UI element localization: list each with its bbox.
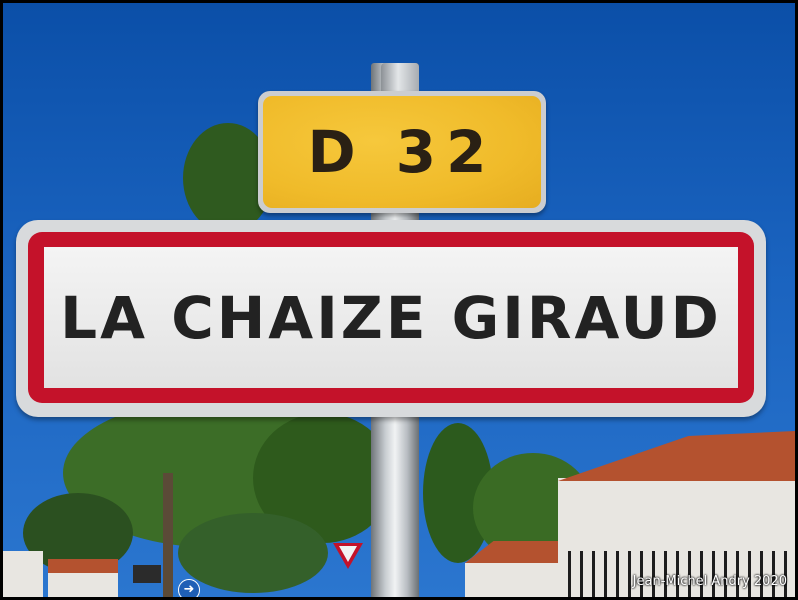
house-wall <box>3 551 43 597</box>
town-sign-panel: LA CHAIZE GIRAUD <box>44 247 738 388</box>
info-sign <box>133 565 161 583</box>
town-entry-sign: LA CHAIZE GIRAUD <box>16 220 766 417</box>
town-name: LA CHAIZE GIRAUD <box>60 283 722 352</box>
tree-trunk <box>163 473 173 597</box>
house-wall <box>465 563 560 597</box>
town-sign-border: LA CHAIZE GIRAUD <box>28 232 754 403</box>
yield-sign-inner <box>339 546 357 562</box>
route-sign: D 32 <box>258 91 546 213</box>
house-roof <box>48 559 118 573</box>
route-number: D 32 <box>307 118 497 186</box>
photo-credit: Jean-Michel Andry 2020 <box>632 574 787 589</box>
photo: ➜ D 32 LA CHAIZE GIRAUD Jean-Michel Andr… <box>3 3 795 597</box>
direction-arrow-icon: ➜ <box>178 579 200 597</box>
route-sign-panel: D 32 <box>263 96 541 208</box>
tree <box>178 513 328 593</box>
house-roof <box>558 431 795 481</box>
house-wall <box>48 571 118 597</box>
